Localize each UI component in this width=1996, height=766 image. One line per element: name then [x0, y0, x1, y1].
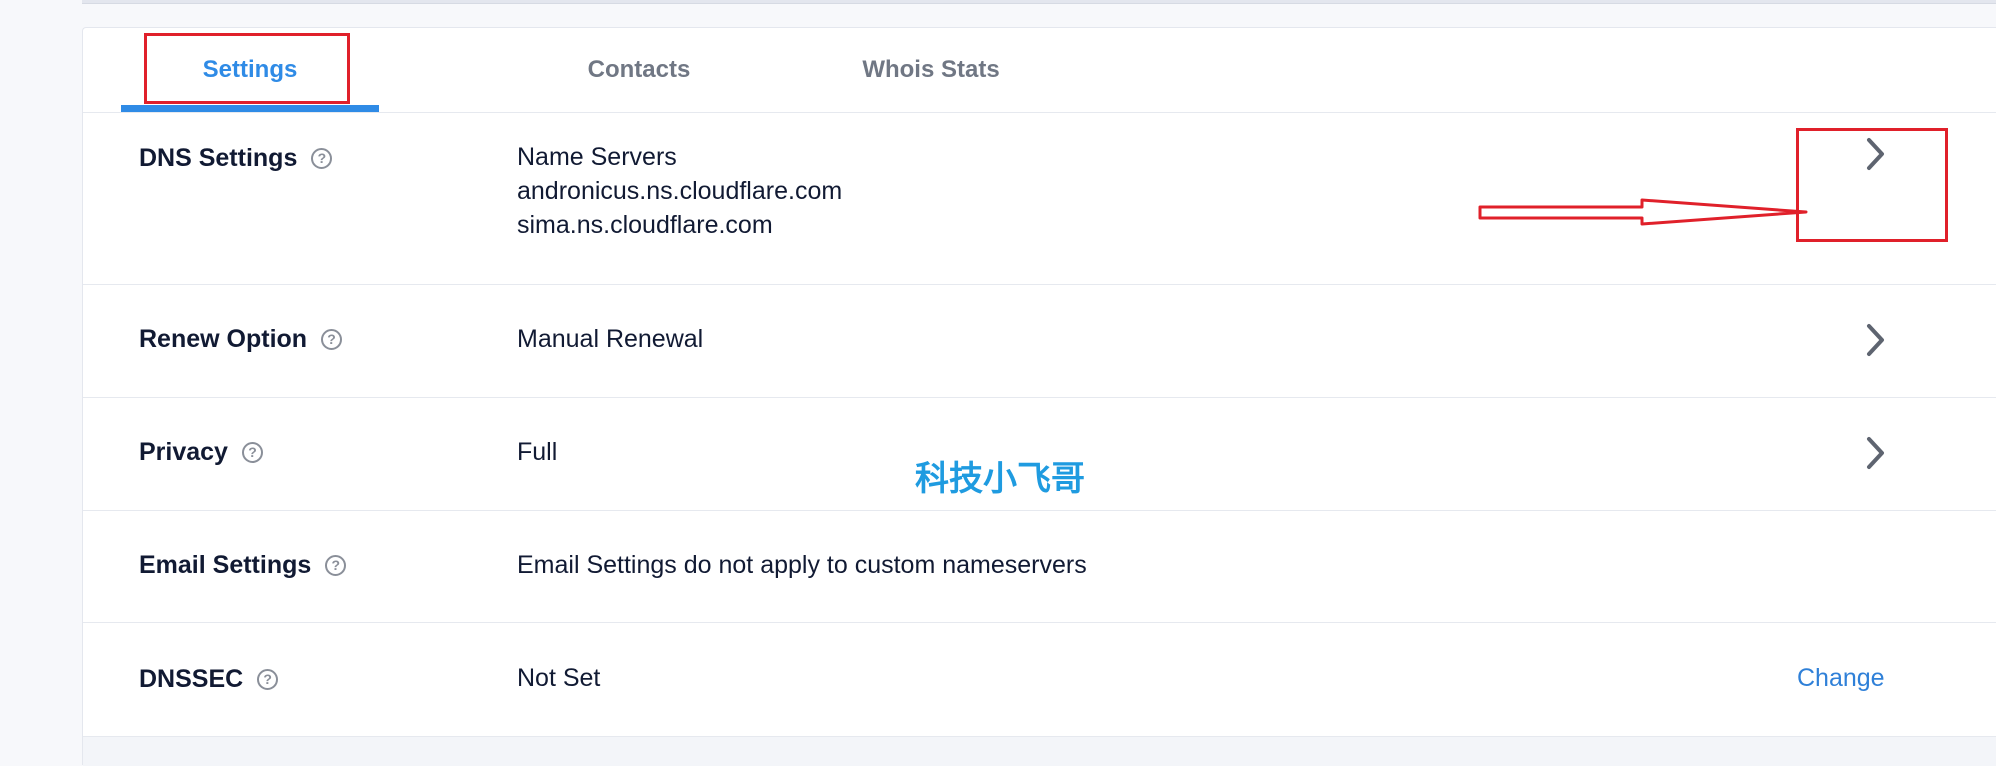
renew-option-label: Renew Option [139, 325, 308, 353]
dns-settings-label: DNS Settings [139, 144, 298, 172]
dnssec-label: DNSSEC [139, 665, 244, 693]
active-tab-indicator [121, 105, 379, 112]
watermark: 科技小飞哥 [915, 460, 1085, 498]
help-icon[interactable]: ? [257, 669, 279, 690]
card-footer [83, 737, 1996, 766]
help-icon[interactable]: ? [311, 148, 333, 169]
privacy-label: Privacy [139, 438, 228, 466]
tab-bar: Settings Contacts Whois Stats [83, 28, 1996, 113]
nameserver-2: sima.ns.cloudflare.com [517, 211, 773, 239]
row-label-group: DNS Settings ? [139, 144, 333, 173]
domain-settings-card: Settings Contacts Whois Stats DNS Settin… [82, 27, 1996, 766]
privacy-value: Full [517, 438, 558, 466]
chevron-right-icon[interactable] [1861, 134, 1889, 174]
tab-settings[interactable]: Settings [121, 28, 379, 112]
renew-option-value: Manual Renewal [517, 325, 704, 353]
row-label-group: DNSSEC ? [139, 665, 279, 694]
email-settings-value: Email Settings do not apply to custom na… [517, 551, 1087, 579]
settings-row-email: Email Settings ? Email Settings do not a… [83, 511, 1996, 623]
settings-row-dnssec: DNSSEC ? Not Set Change [83, 623, 1996, 737]
dnssec-change-link[interactable]: Change [1797, 664, 1885, 693]
tab-whois-stats[interactable]: Whois Stats [795, 28, 1067, 112]
row-label-group: Privacy ? [139, 438, 263, 467]
settings-row-renew[interactable]: Renew Option ? Manual Renewal [83, 285, 1996, 398]
help-icon[interactable]: ? [241, 442, 263, 463]
email-settings-label: Email Settings [139, 551, 312, 579]
row-label-group: Renew Option ? [139, 325, 343, 354]
nameserver-1: andronicus.ns.cloudflare.com [517, 177, 843, 205]
previous-card-edge [82, 0, 1996, 4]
help-icon[interactable]: ? [321, 329, 343, 350]
chevron-right-icon[interactable] [1861, 433, 1889, 473]
chevron-right-icon[interactable] [1861, 320, 1889, 360]
dns-settings-value: Name Servers andronicus.ns.cloudflare.co… [517, 140, 842, 242]
settings-row-dns[interactable]: DNS Settings ? Name Servers andronicus.n… [83, 112, 1996, 285]
tab-contacts[interactable]: Contacts [483, 28, 795, 112]
name-servers-heading: Name Servers [517, 143, 677, 171]
dnssec-value: Not Set [517, 664, 601, 692]
help-icon[interactable]: ? [325, 555, 347, 576]
row-label-group: Email Settings ? [139, 551, 347, 580]
